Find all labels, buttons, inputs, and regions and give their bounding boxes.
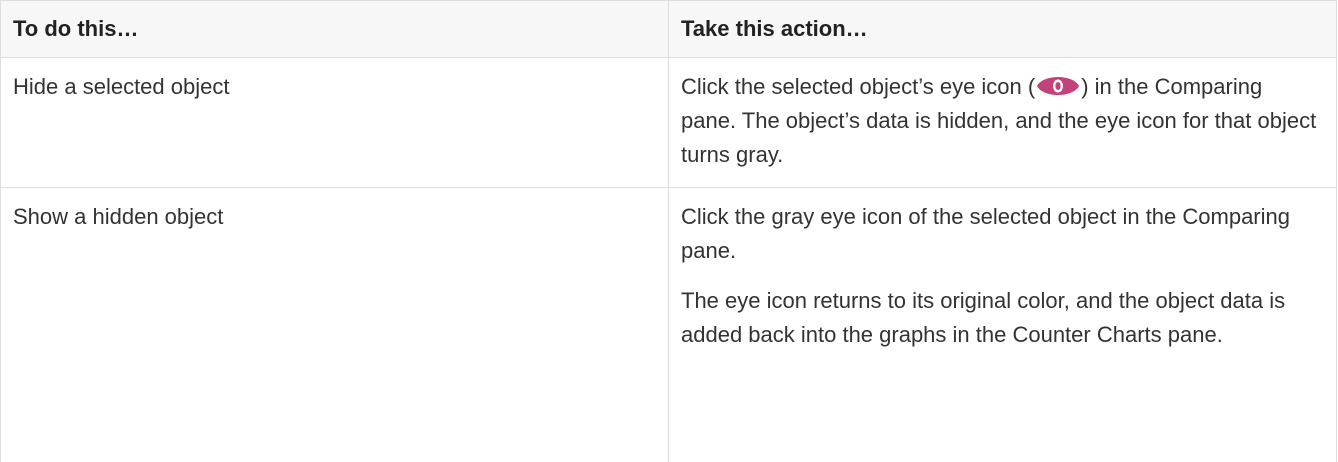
- table-row: Hide a selected object Click the selecte…: [0, 57, 1337, 188]
- table-row: Show a hidden object Click the gray eye …: [0, 187, 1337, 462]
- action-text: Click the selected object’s eye icon () …: [681, 70, 1322, 172]
- action-cell: Click the gray eye icon of the selected …: [668, 187, 1337, 462]
- action-paragraph: The eye icon returns to its original col…: [681, 288, 1286, 347]
- table-header-row: To do this… Take this action…: [0, 0, 1337, 58]
- task-cell: Hide a selected object: [0, 57, 669, 188]
- actions-table: To do this… Take this action… Hide a sel…: [0, 0, 1337, 462]
- column-header-task: To do this…: [0, 0, 669, 58]
- column-header-action: Take this action…: [668, 0, 1337, 58]
- action-paragraph: Click the gray eye icon of the selected …: [681, 204, 1290, 263]
- action-text-before-icon: Click the selected object’s eye icon (: [681, 74, 1036, 99]
- eye-icon: [1035, 73, 1081, 99]
- action-cell: Click the selected object’s eye icon () …: [668, 57, 1337, 188]
- task-cell: Show a hidden object: [0, 187, 669, 462]
